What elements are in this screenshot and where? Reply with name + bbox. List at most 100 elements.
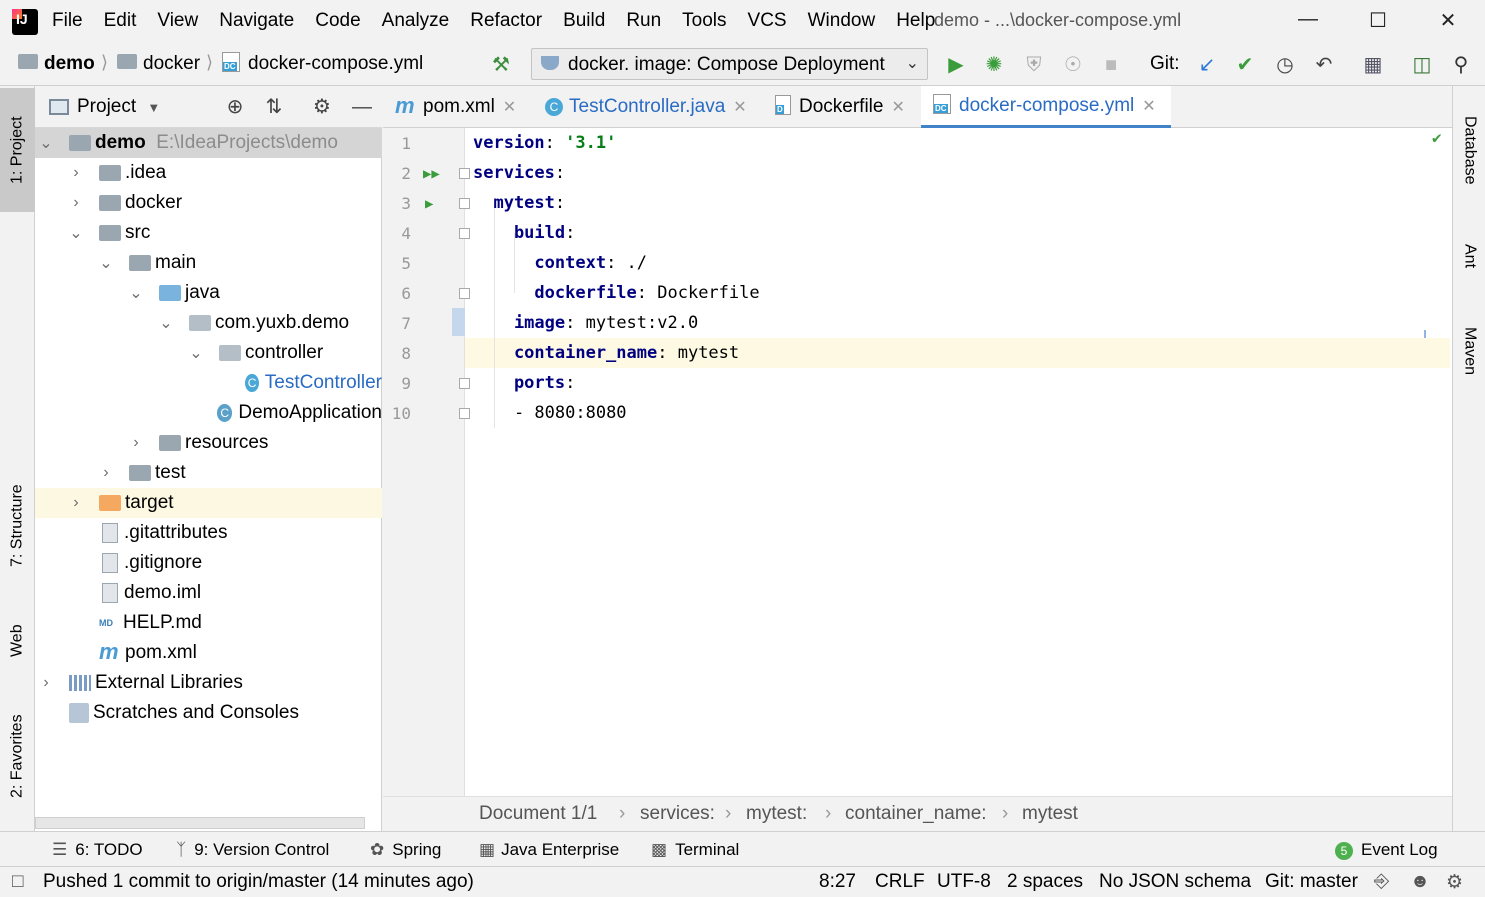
fold-icon[interactable] — [459, 288, 470, 299]
project-view-select[interactable]: Project ▼ — [77, 96, 160, 118]
tree-item-test[interactable]: › test — [35, 458, 382, 488]
tree-item-package[interactable]: ⌄ com.yuxb.demo — [35, 308, 382, 338]
tool-tab-structure[interactable]: 7: Structure — [0, 466, 35, 586]
tool-tab-maven[interactable]: Maven — [1453, 306, 1485, 396]
caret-position[interactable]: 8:27 — [819, 871, 856, 893]
hide-panel-icon[interactable]: — — [349, 94, 375, 120]
menu-refactor[interactable]: Refactor — [470, 10, 542, 32]
search-icon[interactable]: ⚲ — [1448, 52, 1474, 78]
menu-build[interactable]: Build — [563, 10, 605, 32]
menu-navigate[interactable]: Navigate — [219, 10, 294, 32]
no-problems-check-icon[interactable]: ✔ — [1432, 128, 1442, 147]
presentation-icon[interactable]: ◫ — [1409, 52, 1435, 78]
menu-vcs[interactable]: VCS — [748, 10, 787, 32]
tree-item-help-md[interactable]: ›MDHELP.md — [35, 608, 382, 638]
tree-item-main[interactable]: ⌄ main — [35, 248, 382, 278]
tree-item-controller[interactable]: ⌄ controller — [35, 338, 382, 368]
menu-run[interactable]: Run — [626, 10, 661, 32]
tree-item-demo-iml[interactable]: ›demo.iml — [35, 578, 382, 608]
gear-icon[interactable]: ⚙ — [309, 94, 335, 120]
menu-help[interactable]: Help — [896, 10, 935, 32]
tool-tab-web[interactable]: Web — [0, 606, 35, 676]
crumb-mytest-value[interactable]: mytest — [1022, 803, 1078, 825]
crumb-container-name[interactable]: container_name: — [845, 803, 987, 825]
coverage-icon[interactable]: ⛨ — [1021, 52, 1047, 78]
tree-item-demo[interactable]: ⌄ demo E:\IdeaProjects\demo — [35, 128, 382, 158]
crumb-mytest[interactable]: mytest: — [746, 803, 807, 825]
tool-tab-favorites[interactable]: 2: Favorites — [0, 696, 35, 816]
tool-tab-todo[interactable]: ☰ 6: TODO — [52, 840, 143, 860]
run-configuration-select[interactable]: docker. image: Compose Deployment ⌄ — [531, 48, 928, 80]
minimize-button[interactable]: — — [1293, 8, 1323, 36]
tree-item-gitattributes[interactable]: ›.gitattributes — [35, 518, 382, 548]
menu-file[interactable]: File — [52, 10, 83, 32]
menu-window[interactable]: Window — [808, 10, 876, 32]
git-commit-icon[interactable]: ✔ — [1232, 52, 1258, 78]
close-tab-icon[interactable]: ✕ — [733, 97, 746, 117]
tool-tab-spring[interactable]: ✿ Spring — [370, 840, 441, 860]
tab-docker-compose[interactable]: DC docker-compose.yml ✕ — [921, 86, 1171, 128]
menu-tools[interactable]: Tools — [682, 10, 726, 32]
code-editor[interactable]: ▶▶ ▶ 1 2 3 4 5 6 7 8 9 10 version: '3.1'… — [383, 128, 1452, 796]
fold-icon[interactable] — [459, 168, 470, 179]
run-icon[interactable]: ▶ — [943, 52, 969, 78]
menu-edit[interactable]: Edit — [104, 10, 137, 32]
tool-tab-project[interactable]: 1: Project — [0, 88, 35, 212]
project-structure-icon[interactable]: ▦ — [1360, 52, 1386, 78]
collapse-all-icon[interactable]: ⇅ — [261, 94, 287, 120]
profile-icon[interactable]: ☉ — [1060, 52, 1086, 78]
close-tab-icon[interactable]: ✕ — [891, 97, 904, 117]
toggle-tool-windows-icon[interactable]: □ — [12, 871, 23, 893]
close-tab-icon[interactable]: ✕ — [1142, 96, 1155, 116]
run-all-services-icon[interactable]: ▶▶ — [423, 166, 440, 182]
tree-item-java[interactable]: ⌄ java — [35, 278, 382, 308]
tool-tab-database[interactable]: Database — [1453, 100, 1485, 200]
tree-item-src[interactable]: ⌄ src — [35, 218, 382, 248]
git-branch[interactable]: Git: master — [1265, 871, 1358, 893]
locate-file-icon[interactable]: ⊕ — [222, 94, 248, 120]
tree-item-testcontroller[interactable]: ›CTestController — [35, 368, 382, 398]
nav-crumb-file[interactable]: DC docker-compose.yml — [222, 51, 423, 75]
horizontal-scrollbar[interactable] — [35, 817, 365, 829]
nav-crumb-demo[interactable]: demo — [18, 53, 95, 75]
json-schema[interactable]: No JSON schema — [1099, 871, 1251, 893]
file-encoding[interactable]: UTF-8 — [937, 871, 991, 893]
fold-icon[interactable] — [459, 228, 470, 239]
tree-item-external-libraries[interactable]: › External Libraries — [35, 668, 382, 698]
tab-dockerfile[interactable]: D Dockerfile ✕ — [763, 86, 921, 128]
rollback-icon[interactable]: ↶ — [1311, 52, 1337, 78]
debug-icon[interactable]: ✺ — [981, 52, 1007, 78]
fold-icon[interactable] — [459, 408, 470, 419]
tree-item-idea[interactable]: › .idea — [35, 158, 382, 188]
tree-item-gitignore[interactable]: ›.gitignore — [35, 548, 382, 578]
tree-item-demoapplication[interactable]: ›CDemoApplication — [35, 398, 382, 428]
menu-analyze[interactable]: Analyze — [382, 10, 450, 32]
history-icon[interactable]: ◷ — [1272, 52, 1298, 78]
tool-tab-version-control[interactable]: ᛉ 9: Version Control — [176, 840, 329, 860]
tool-tab-ant[interactable]: Ant — [1453, 226, 1485, 286]
maximize-button[interactable]: ☐ — [1363, 8, 1393, 36]
nav-crumb-docker[interactable]: docker — [117, 53, 200, 75]
git-update-icon[interactable]: ↙ — [1194, 52, 1220, 78]
fold-icon[interactable] — [459, 198, 470, 209]
inspector-icon[interactable]: ☻ — [1410, 871, 1430, 893]
tool-tab-java-enterprise[interactable]: ▦ Java Enterprise — [479, 840, 619, 860]
tree-item-target[interactable]: › target — [35, 488, 382, 518]
tree-item-pom[interactable]: ›mpom.xml — [35, 638, 382, 668]
stop-icon[interactable]: ■ — [1098, 52, 1124, 78]
close-window-button[interactable]: ✕ — [1433, 8, 1463, 36]
tool-tab-event-log[interactable]: 5 Event Log — [1335, 840, 1438, 860]
menu-code[interactable]: Code — [315, 10, 360, 32]
tree-item-scratches[interactable]: ›Scratches and Consoles — [35, 698, 382, 728]
close-tab-icon[interactable]: ✕ — [503, 97, 516, 117]
indent-setting[interactable]: 2 spaces — [1007, 871, 1083, 893]
tab-pom-xml[interactable]: m pom.xml ✕ — [383, 86, 533, 128]
tree-item-docker[interactable]: › docker — [35, 188, 382, 218]
tool-tab-terminal[interactable]: ▩ Terminal — [651, 840, 739, 860]
lock-icon[interactable]: ⎆ — [1374, 871, 1389, 893]
tab-testcontroller[interactable]: C TestController.java ✕ — [533, 86, 763, 128]
crumb-document[interactable]: Document 1/1 — [479, 803, 597, 825]
line-separator[interactable]: CRLF — [875, 871, 925, 893]
memory-indicator-icon[interactable]: ⚙ — [1446, 871, 1463, 894]
fold-icon[interactable] — [459, 378, 470, 389]
